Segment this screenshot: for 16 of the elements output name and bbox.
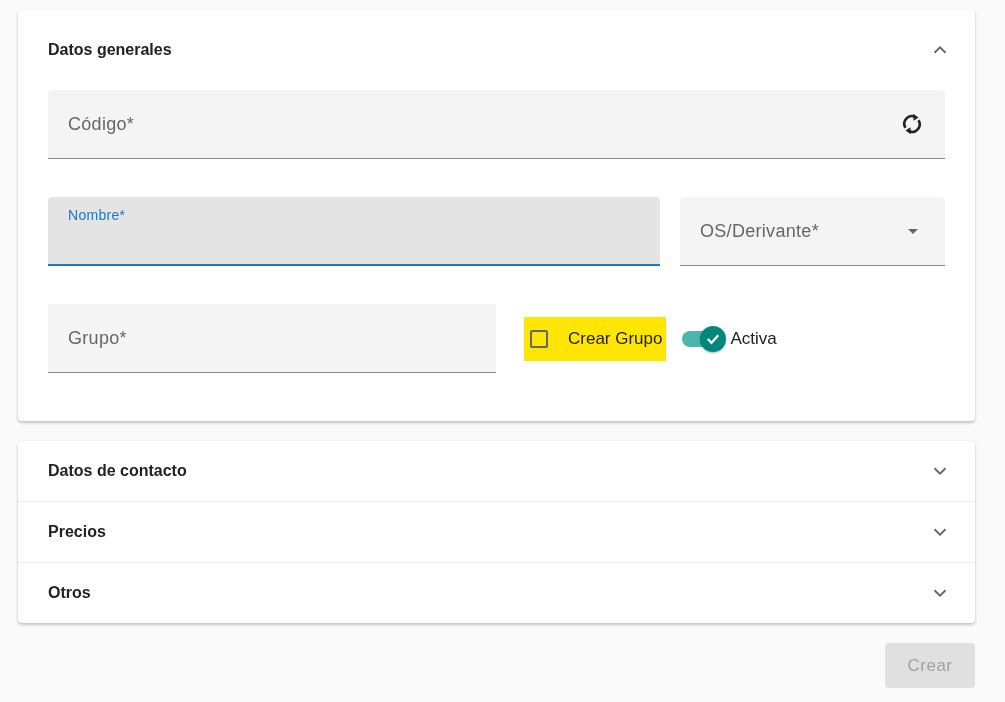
checkbox[interactable] (530, 329, 548, 348)
section-title: Datos generales (48, 41, 172, 59)
select-field[interactable]: OS/Derivante* (680, 197, 945, 266)
input-field[interactable]: Grupo* (48, 304, 496, 373)
section-header[interactable]: Otros (18, 563, 975, 623)
switch-label: Activa (730, 328, 777, 349)
checkbox-label: Crear Grupo (568, 328, 663, 349)
toggle-switch[interactable] (682, 325, 727, 352)
section-title: Precios (48, 523, 106, 541)
section-header[interactable]: Datos de contacto (18, 441, 975, 502)
section-title: Otros (48, 584, 91, 602)
section-header[interactable]: Precios (18, 502, 975, 563)
input-field[interactable]: Código* (48, 90, 945, 159)
input-field[interactable]: Nombre* (48, 197, 660, 266)
section-header[interactable]: Datos generales (18, 10, 975, 90)
section-title: Datos de contacto (48, 462, 187, 480)
